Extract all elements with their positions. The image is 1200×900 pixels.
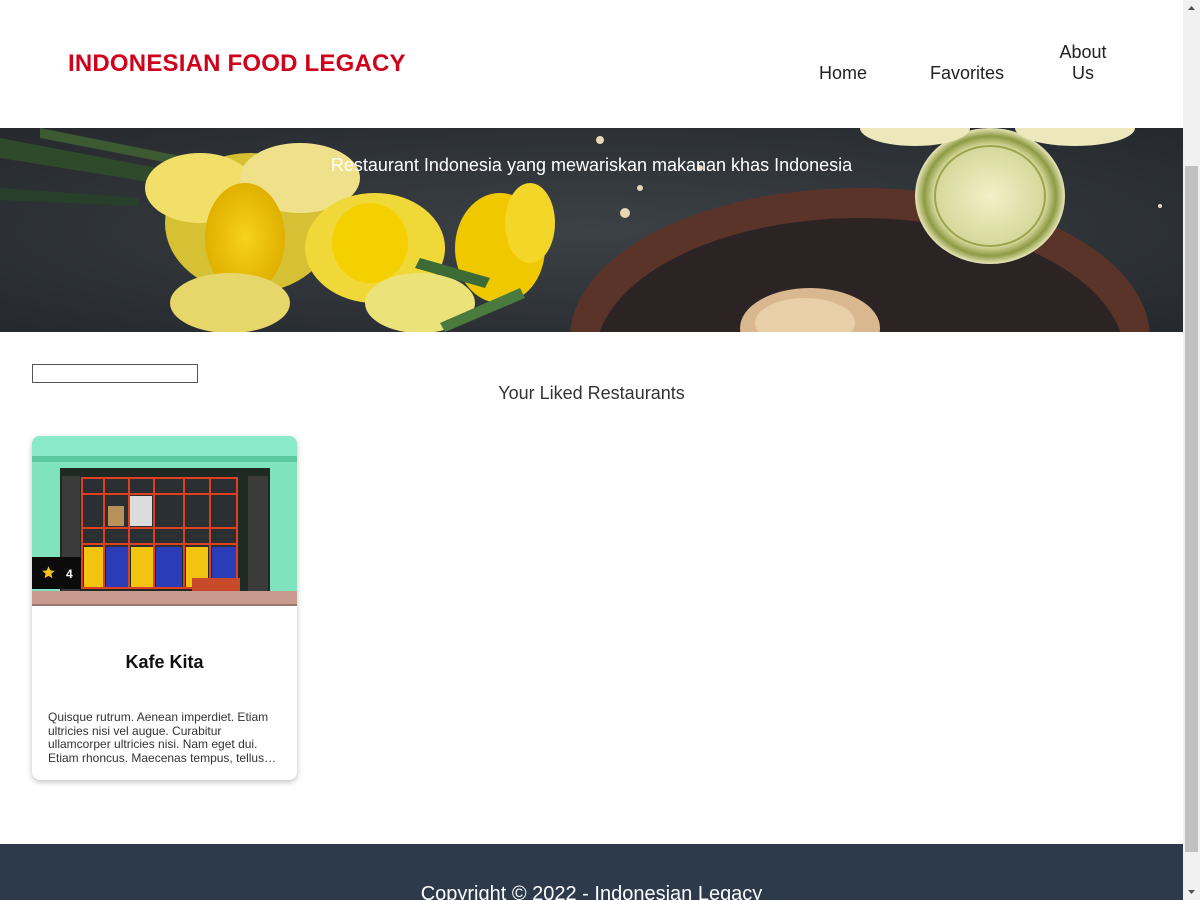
nav-favorites-link[interactable]: Favorites [930, 63, 1004, 84]
nav-home-link[interactable]: Home [819, 63, 867, 84]
liked-restaurants-title: Your Liked Restaurants [498, 383, 685, 403]
scroll-down-arrow-icon[interactable] [1183, 883, 1200, 900]
hero-tagline: Restaurant Indonesia yang mewariskan mak… [330, 155, 853, 175]
app-footer: Copyright © 2022 - Indonesian Legacy [0, 844, 1183, 900]
scrollbar-thumb[interactable] [1185, 166, 1198, 852]
page-scrollbar[interactable] [1183, 0, 1200, 900]
footer-copyright: Copyright © 2022 - Indonesian Legacy [420, 883, 763, 900]
nav-about-us-link[interactable]: About Us [1055, 42, 1111, 84]
star-icon [42, 566, 55, 579]
hero-banner: Restaurant Indonesia yang mewariskan mak… [0, 128, 1183, 332]
main-nav: Home Favorites About Us [0, 0, 1183, 128]
page: INDONESIAN FOOD LEGACY Home Favorites Ab… [0, 0, 1183, 900]
rating-value: 4 [66, 567, 73, 581]
search-input[interactable] [32, 364, 198, 383]
nav-about-line1: About [1059, 42, 1107, 62]
restaurant-description: Quisque rutrum. Aenean imperdiet. Etiam … [48, 711, 269, 765]
nav-about-line2: Us [1072, 63, 1094, 83]
scroll-up-arrow-icon[interactable] [1183, 0, 1200, 17]
restaurant-card[interactable]: 4 Kafe Kita Quisque rutrum. Aenean imper… [32, 436, 297, 780]
app-header: INDONESIAN FOOD LEGACY Home Favorites Ab… [0, 0, 1183, 128]
rating-badge: 4 [32, 557, 81, 589]
restaurant-name[interactable]: Kafe Kita [32, 652, 297, 673]
